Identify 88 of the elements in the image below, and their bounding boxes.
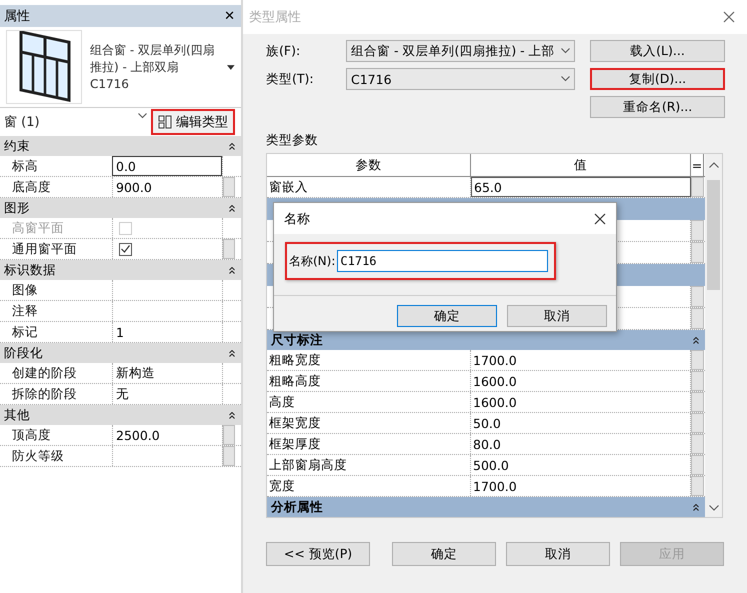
- collapse-icon[interactable]: [229, 266, 235, 274]
- edit-type-button[interactable]: 编辑类型: [151, 109, 235, 135]
- parameter-value[interactable]: 65.0: [471, 177, 691, 197]
- dialog-title: 类型属性: [249, 9, 301, 26]
- dropdown-arrow-icon[interactable]: [227, 64, 235, 70]
- associate-parameter-button[interactable]: [691, 286, 704, 307]
- parameter-name: 宽度: [267, 476, 471, 496]
- property-label: 顶高度: [11, 426, 52, 444]
- associate-parameter-button[interactable]: [691, 371, 704, 391]
- collapse-icon[interactable]: [229, 350, 235, 356]
- category-header[interactable]: 标识数据: [0, 260, 241, 280]
- ok-button[interactable]: 确定: [392, 542, 496, 566]
- close-icon[interactable]: [723, 11, 735, 23]
- family-dropdown[interactable]: 组合窗 - 双层单列(四扇推拉) - 上部: [346, 40, 575, 62]
- parameter-name: 粗略宽度: [267, 350, 471, 370]
- collapse-icon[interactable]: [229, 412, 235, 418]
- family-label: 族(F):: [266, 42, 302, 60]
- category-header[interactable]: 其他: [0, 405, 241, 425]
- section-label: 类型参数: [266, 132, 319, 149]
- duplicate-button[interactable]: 复制(D)...: [590, 68, 725, 90]
- rename-button[interactable]: 重命名(R)...: [590, 96, 725, 118]
- collapse-icon[interactable]: [229, 204, 235, 212]
- property-value[interactable]: 0.0: [112, 156, 222, 176]
- ok-button[interactable]: 确定: [397, 305, 497, 327]
- category-header[interactable]: 约束: [0, 136, 241, 156]
- associate-parameter-button[interactable]: [691, 220, 704, 241]
- collapse-icon[interactable]: [693, 336, 699, 344]
- associate-parameter-button[interactable]: [691, 350, 704, 370]
- property-label: 注释: [11, 302, 39, 320]
- parameter-name: 框架宽度: [267, 413, 471, 433]
- checkbox[interactable]: [119, 242, 132, 256]
- category-header[interactable]: 尺寸标注: [267, 330, 705, 350]
- instance-filter-dropdown[interactable]: 窗 (1): [0, 113, 151, 131]
- property-label: 底高度: [11, 178, 52, 196]
- collapse-icon[interactable]: [229, 142, 235, 150]
- property-label: 通用窗平面: [11, 240, 78, 258]
- property-label: 创建的阶段: [11, 364, 78, 382]
- associate-parameter-button[interactable]: [691, 392, 704, 412]
- load-button[interactable]: 载入(L)...: [590, 40, 725, 62]
- parameter-name: 高度: [267, 392, 471, 412]
- cancel-button[interactable]: 取消: [506, 542, 610, 566]
- category-header[interactable]: 阶段化: [0, 343, 241, 363]
- associate-parameter-button[interactable]: [222, 446, 235, 466]
- panel-title: 属性: [4, 8, 30, 25]
- scrollbar-thumb[interactable]: [707, 180, 720, 290]
- parameter-name: 上部窗扇高度: [267, 455, 471, 475]
- associate-parameter-button[interactable]: [691, 413, 704, 433]
- category-header[interactable]: 图形: [0, 198, 241, 218]
- type-dropdown[interactable]: C1716: [346, 68, 575, 90]
- edit-type-icon: [158, 115, 172, 129]
- property-label: 高窗平面: [11, 218, 65, 236]
- associate-parameter-button[interactable]: [691, 434, 704, 454]
- property-label: 标高: [11, 156, 39, 174]
- associate-parameter-button[interactable]: [222, 425, 235, 445]
- associate-parameter-button[interactable]: [222, 239, 235, 259]
- scroll-up-icon[interactable]: [708, 162, 718, 168]
- name-label: 名称(N):: [289, 252, 336, 270]
- cancel-button[interactable]: 取消: [507, 305, 607, 327]
- associate-parameter-button[interactable]: [691, 242, 704, 263]
- property-value[interactable]: 新构造: [112, 363, 222, 383]
- associate-parameter-button[interactable]: [691, 455, 704, 475]
- preview-button[interactable]: << 预览(P): [266, 542, 370, 566]
- associate-parameter-button[interactable]: [691, 177, 704, 197]
- close-button[interactable]: ✕: [224, 8, 235, 24]
- associate-parameter-button[interactable]: [691, 308, 704, 329]
- type-label: 类型(T):: [266, 70, 315, 88]
- property-value[interactable]: 1: [112, 322, 222, 342]
- parameter-name: 框架厚度: [267, 434, 471, 454]
- associate-parameter-button[interactable]: [691, 476, 704, 496]
- property-label: 标记: [11, 322, 39, 340]
- parameter-name: 粗略高度: [267, 371, 471, 391]
- property-value[interactable]: 无: [112, 384, 222, 404]
- dialog-title: 名称: [284, 210, 310, 228]
- column-header[interactable]: =: [691, 154, 704, 176]
- scroll-down-icon[interactable]: [708, 505, 718, 511]
- associate-parameter-button[interactable]: [222, 177, 235, 197]
- type-name: 组合窗 - 双层单列(四扇推拉) - 上部双扇 C1716: [90, 42, 216, 92]
- property-label: 防火等级: [11, 446, 65, 464]
- collapse-icon[interactable]: [693, 504, 699, 510]
- property-label: 图像: [11, 280, 39, 298]
- name-input[interactable]: C1716: [337, 250, 548, 272]
- parameter-name: 窗嵌入: [267, 177, 471, 197]
- window-thumbnail-icon: [6, 30, 82, 104]
- close-icon[interactable]: [594, 212, 606, 224]
- column-header[interactable]: 值: [471, 154, 691, 176]
- column-header[interactable]: 参数: [267, 154, 471, 176]
- property-label: 拆除的阶段: [11, 384, 78, 402]
- category-header[interactable]: 分析属性: [267, 497, 705, 517]
